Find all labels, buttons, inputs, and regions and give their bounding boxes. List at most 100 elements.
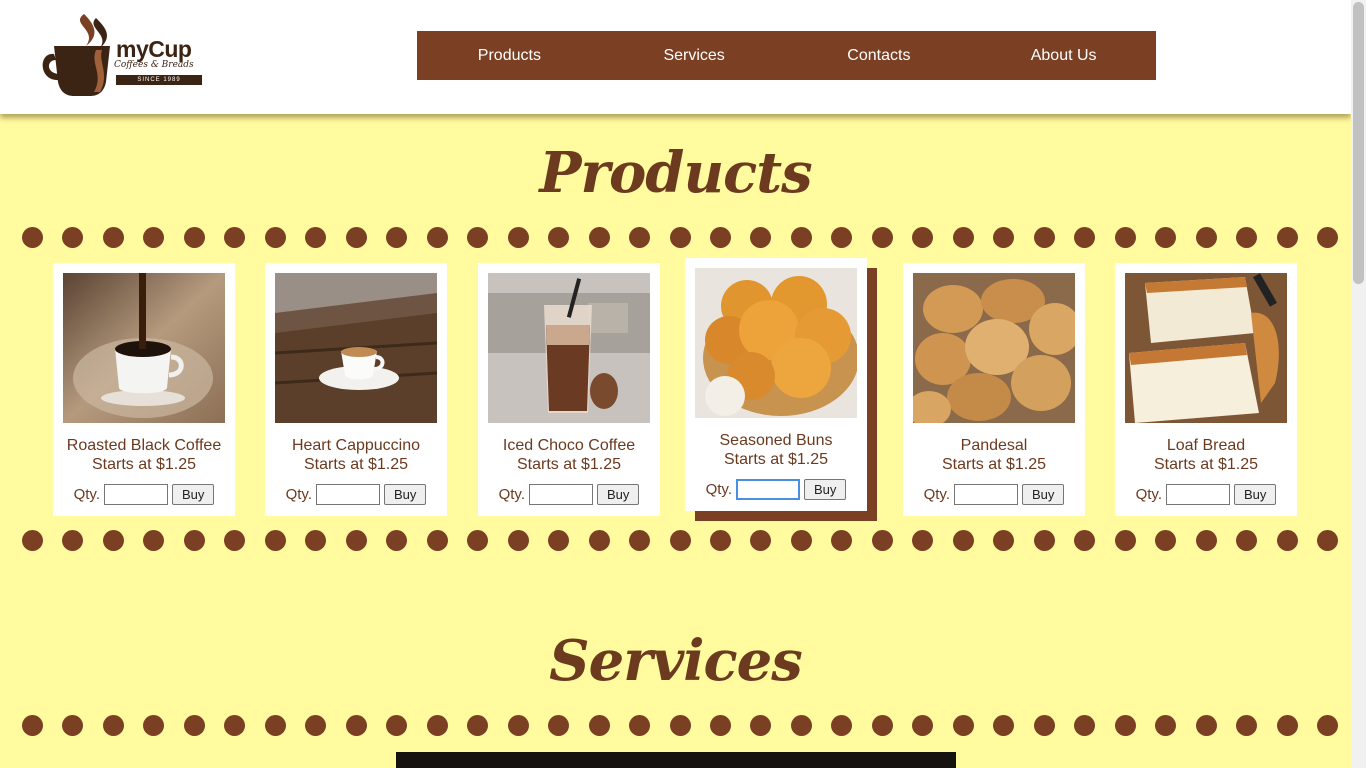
divider-dot xyxy=(305,227,327,248)
dots-divider-services xyxy=(22,715,1338,737)
divider-dot xyxy=(871,227,893,248)
divider-dot xyxy=(831,227,853,248)
qty-input[interactable] xyxy=(1165,484,1230,505)
buy-button[interactable]: Buy xyxy=(596,484,640,505)
divider-dot xyxy=(264,715,286,736)
divider-dot xyxy=(831,530,853,551)
divider-dot xyxy=(224,227,246,248)
divider-dot xyxy=(426,715,448,736)
divider-dot xyxy=(588,715,610,736)
qty-label: Qty. xyxy=(285,486,312,503)
product-card-loaf-bread: Loaf Bread Starts at $1.25 Qty. Buy xyxy=(1115,263,1297,516)
divider-dot xyxy=(426,227,448,248)
nav-about-us[interactable]: About Us xyxy=(971,31,1156,80)
divider-dot xyxy=(993,715,1015,736)
divider-dot xyxy=(62,227,84,248)
qty-input[interactable] xyxy=(735,479,800,500)
qty-input[interactable] xyxy=(528,484,593,505)
divider-dot xyxy=(629,227,651,248)
divider-dot xyxy=(709,715,731,736)
divider-dot xyxy=(669,715,691,736)
divider-dot xyxy=(912,227,934,248)
site-header: myCup Coffees & Breads SINCE 1989 Produc… xyxy=(0,0,1351,114)
buy-button[interactable]: Buy xyxy=(383,484,427,505)
services-video[interactable] xyxy=(396,752,956,768)
divider-dot xyxy=(426,530,448,551)
product-name: Pandesal xyxy=(960,437,1028,454)
divider-dot xyxy=(1033,530,1055,551)
divider-dot xyxy=(709,530,731,551)
divider-dot xyxy=(507,227,529,248)
divider-dot xyxy=(22,715,43,736)
divider-dot xyxy=(345,715,367,736)
divider-dot xyxy=(183,227,205,248)
divider-dot xyxy=(143,530,165,551)
divider-dot xyxy=(102,530,124,551)
divider-dot xyxy=(1317,530,1338,551)
divider-dot xyxy=(345,227,367,248)
qty-label: Qty. xyxy=(923,486,950,503)
divider-dot xyxy=(1155,715,1177,736)
product-name: Loaf Bread xyxy=(1166,437,1246,454)
divider-dot xyxy=(993,530,1015,551)
buy-button[interactable]: Buy xyxy=(803,479,847,500)
product-name: Iced Choco Coffee xyxy=(502,437,636,454)
dots-divider-bottom xyxy=(22,530,1338,552)
nav-products[interactable]: Products xyxy=(417,31,602,80)
dots-divider-top xyxy=(22,227,1338,249)
page-scrollbar[interactable] xyxy=(1351,0,1366,768)
divider-dot xyxy=(1033,227,1055,248)
divider-dot xyxy=(790,227,812,248)
nav-contacts[interactable]: Contacts xyxy=(787,31,972,80)
divider-dot xyxy=(1236,530,1258,551)
divider-dot xyxy=(1276,227,1298,248)
buy-row: Qty. Buy xyxy=(53,484,235,505)
pandesal-photo xyxy=(913,273,1075,423)
divider-dot xyxy=(467,530,489,551)
divider-dot xyxy=(386,227,408,248)
divider-dot xyxy=(264,530,286,551)
divider-dot xyxy=(669,530,691,551)
divider-dot xyxy=(305,530,327,551)
divider-dot xyxy=(629,715,651,736)
qty-label: Qty. xyxy=(705,481,732,498)
divider-dot xyxy=(548,227,570,248)
divider-dot xyxy=(1114,227,1136,248)
divider-dot xyxy=(62,715,84,736)
divider-dot xyxy=(750,530,772,551)
divider-dot xyxy=(183,715,205,736)
divider-dot xyxy=(224,530,246,551)
divider-dot xyxy=(912,715,934,736)
qty-input[interactable] xyxy=(953,484,1018,505)
qty-input[interactable] xyxy=(315,484,380,505)
buy-row: Qty. Buy xyxy=(478,484,660,505)
divider-dot xyxy=(588,530,610,551)
buy-row: Qty. Buy xyxy=(903,484,1085,505)
product-name: Seasoned Buns xyxy=(719,432,833,449)
main-nav: Products Services Contacts About Us xyxy=(417,31,1156,80)
buy-row: Qty. Buy xyxy=(265,484,447,505)
divider-dot xyxy=(1276,530,1298,551)
divider-dot xyxy=(548,715,570,736)
product-card-iced-choco-coffee: Iced Choco Coffee Starts at $1.25 Qty. B… xyxy=(478,263,660,516)
page: myCup Coffees & Breads SINCE 1989 Produc… xyxy=(0,0,1351,768)
nav-services[interactable]: Services xyxy=(602,31,787,80)
divider-dot xyxy=(1114,715,1136,736)
products-title: Products xyxy=(539,140,812,206)
buy-button[interactable]: Buy xyxy=(1021,484,1065,505)
brand-logo[interactable]: myCup Coffees & Breads SINCE 1989 xyxy=(40,12,210,98)
divider-dot xyxy=(1195,715,1217,736)
buy-button[interactable]: Buy xyxy=(1233,484,1277,505)
qty-input[interactable] xyxy=(103,484,168,505)
divider-dot xyxy=(790,715,812,736)
divider-dot xyxy=(467,227,489,248)
product-name: Heart Cappuccino xyxy=(291,437,421,454)
divider-dot xyxy=(790,530,812,551)
iced-choco-photo xyxy=(488,273,650,423)
brand-tagline: Coffees & Breads xyxy=(114,60,194,70)
coffee-cup-icon xyxy=(42,14,110,96)
scrollbar-thumb[interactable] xyxy=(1353,2,1364,284)
divider-dot xyxy=(952,715,974,736)
buy-button[interactable]: Buy xyxy=(171,484,215,505)
qty-label: Qty. xyxy=(73,486,100,503)
